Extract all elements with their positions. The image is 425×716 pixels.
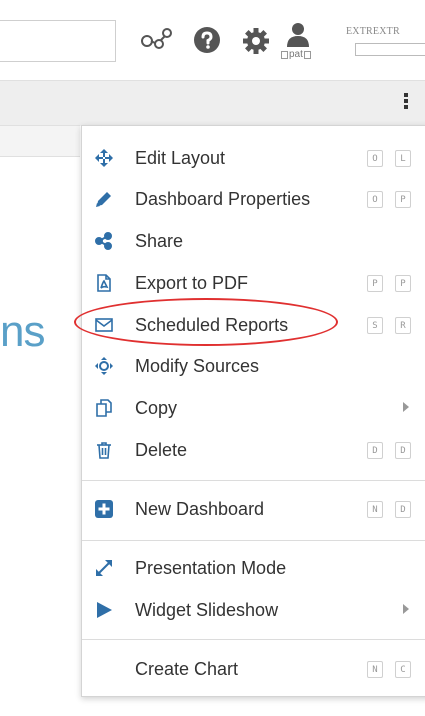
menu-item-label: Dashboard Properties xyxy=(135,189,311,209)
shortcut-key: D xyxy=(395,501,411,518)
user-name-label: pat xyxy=(289,49,303,60)
crosshair-icon xyxy=(94,356,114,376)
menu-item-widget-slideshow[interactable]: Widget Slideshow xyxy=(82,592,422,628)
tab-strip xyxy=(0,125,80,157)
envelope-icon xyxy=(94,315,114,335)
user-avatar-icon[interactable] xyxy=(286,22,310,48)
copy-icon xyxy=(94,398,114,418)
shortcut-key: O xyxy=(367,150,383,167)
shortcut-key: L xyxy=(395,150,411,167)
share-icon xyxy=(94,231,114,251)
move-arrows-icon xyxy=(94,148,114,168)
expand-arrows-icon xyxy=(94,558,114,578)
shortcut-key: N xyxy=(367,501,383,518)
top-toolbar: pat EXTREXTR xyxy=(0,0,425,80)
menu-item-label: Delete xyxy=(135,440,188,460)
menu-item-label: New Dashboard xyxy=(135,499,265,519)
help-icon[interactable] xyxy=(193,26,221,54)
shortcut-key: D xyxy=(367,442,383,459)
play-icon xyxy=(94,600,114,620)
user-name[interactable]: pat xyxy=(281,49,311,60)
shortcut-key: N xyxy=(367,661,383,678)
dashboard-toolbar xyxy=(0,80,425,126)
search-input[interactable] xyxy=(0,20,116,62)
shortcut-key: O xyxy=(367,191,383,208)
menu-item-edit-layout[interactable]: Edit Layout O L xyxy=(82,140,422,176)
shortcut-key: R xyxy=(395,317,411,334)
plus-square-icon xyxy=(94,499,114,519)
menu-item-label: Presentation Mode xyxy=(135,558,287,578)
menu-item-presentation-mode[interactable]: Presentation Mode xyxy=(82,550,422,586)
menu-item-label: Modify Sources xyxy=(135,356,260,376)
chevron-right-icon xyxy=(403,402,409,412)
shortcut-key: P xyxy=(395,191,411,208)
gear-icon[interactable] xyxy=(241,26,271,56)
shortcut-key: C xyxy=(395,661,411,678)
pencil-icon xyxy=(94,189,114,209)
menu-item-new-dashboard[interactable]: New Dashboard N D xyxy=(82,491,422,527)
shortcut-key: P xyxy=(367,275,383,292)
menu-item-label: Widget Slideshow xyxy=(135,600,279,620)
menu-item-share[interactable]: Share xyxy=(82,223,422,259)
dashboard-options-menu: Edit Layout O L Dashboard Properties O P… xyxy=(74,125,425,697)
chevron-right-icon xyxy=(403,604,409,614)
shortcut-key: D xyxy=(395,442,411,459)
menu-item-scheduled-reports[interactable]: Scheduled Reports S R xyxy=(74,298,422,346)
menu-item-delete[interactable]: Delete D D xyxy=(82,432,422,468)
brand-label: EXTREXTR xyxy=(346,26,400,37)
menu-divider xyxy=(82,480,425,481)
shortcut-key: S xyxy=(367,317,383,334)
menu-item-label: Export to PDF xyxy=(135,273,249,293)
more-options-icon[interactable] xyxy=(399,91,413,115)
menu-divider xyxy=(82,639,425,640)
menu-item-export-pdf[interactable]: Export to PDF P P xyxy=(82,265,422,301)
menu-item-label: Edit Layout xyxy=(135,148,226,168)
brand-input[interactable] xyxy=(355,43,425,56)
menu-item-label: Share xyxy=(135,231,184,251)
shortcut-key: P xyxy=(395,275,411,292)
pdf-file-icon xyxy=(94,273,114,293)
checkbox-icon xyxy=(281,50,288,59)
menu-item-label: Copy xyxy=(135,398,178,418)
menu-item-create-chart[interactable]: Create Chart N C xyxy=(82,651,422,687)
menu-item-label: Create Chart xyxy=(135,659,239,679)
menu-item-label: Scheduled Reports xyxy=(135,315,289,335)
checkbox-icon xyxy=(303,50,311,59)
menu-divider xyxy=(82,540,425,541)
trash-icon xyxy=(94,440,114,460)
connections-icon[interactable] xyxy=(139,26,175,52)
dashboard-title-fragment: ns xyxy=(0,307,45,356)
menu-item-copy[interactable]: Copy xyxy=(82,390,422,426)
menu-item-modify-sources[interactable]: Modify Sources xyxy=(82,348,422,384)
menu-item-dashboard-properties[interactable]: Dashboard Properties O P xyxy=(82,181,422,217)
